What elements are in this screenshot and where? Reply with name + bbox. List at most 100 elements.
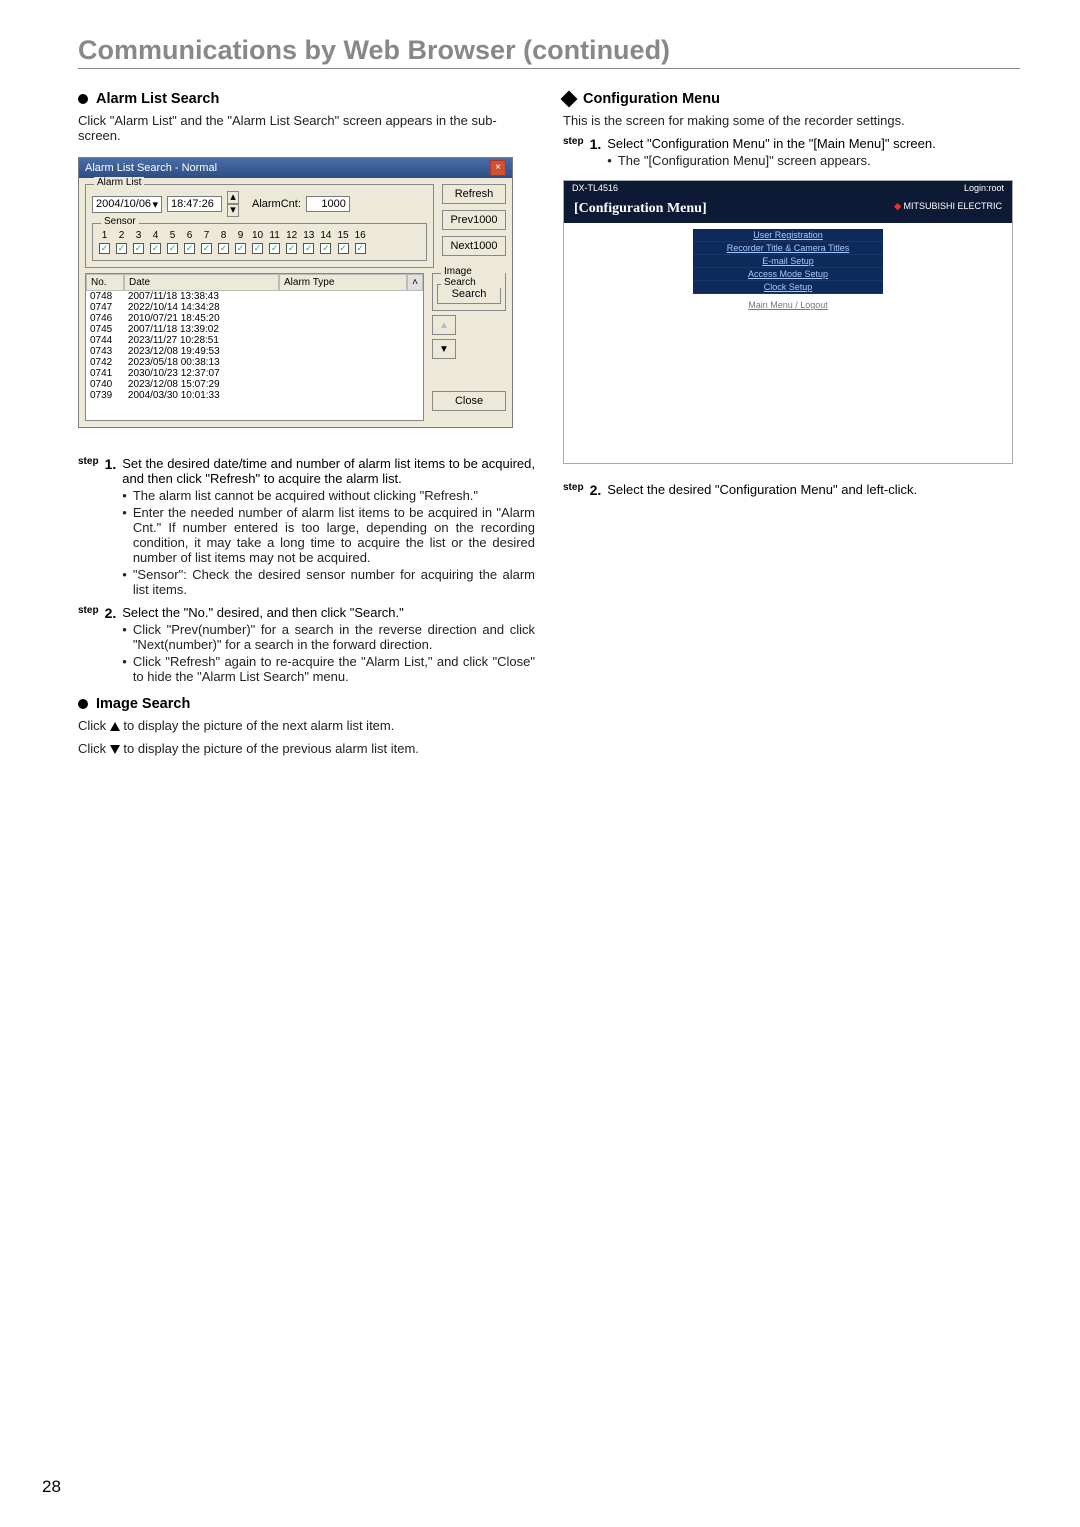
cell-no: 0744 [86,335,124,346]
cell-no: 0748 [86,291,124,302]
col-no: No. [86,274,124,291]
sensor-number: 16 [355,230,366,241]
text-fragment: to display the picture of the next alarm… [120,718,395,733]
cell-no: 0746 [86,313,124,324]
step-number: 2. [105,605,117,621]
close-button[interactable]: Close [432,391,506,411]
step1-bullet1: The alarm list cannot be acquired withou… [133,488,478,503]
sensor-number: 3 [136,230,142,241]
date-dropdown[interactable]: 2004/10/06▾ [92,196,162,213]
config-menu-item[interactable]: Clock Setup [693,281,883,294]
sensor-checkbox[interactable]: ✓ [167,243,178,254]
text-fragment: Click [78,741,110,756]
sensor-checkbox[interactable]: ✓ [201,243,212,254]
image-up-text: Click to display the picture of the next… [78,718,535,733]
cell-no: 0739 [86,390,124,401]
cell-date: 2010/07/21 18:45:20 [124,313,423,324]
alarm-list-fieldset-label: Alarm List [94,177,144,188]
chevron-down-icon: ▾ [152,198,158,211]
cell-date: 2023/11/27 10:28:51 [124,335,423,346]
close-icon[interactable]: × [490,160,506,176]
table-row[interactable]: 07412030/10/23 12:37:07 [86,368,423,379]
step-label: step [78,605,99,616]
sensor-checkbox[interactable]: ✓ [303,243,314,254]
cell-no: 0745 [86,324,124,335]
time-spin-down[interactable]: ▾ [227,204,239,217]
date-value: 2004/10/06 [96,198,151,211]
sensor-checkbox[interactable]: ✓ [252,243,263,254]
config-menu-item[interactable]: E-mail Setup [693,255,883,268]
alarm-list-search-heading: Alarm List Search [96,91,219,107]
sensor-number: 1 [102,230,108,241]
sensor-number: 8 [221,230,227,241]
sensor-checkbox[interactable]: ✓ [99,243,110,254]
sensor-checkbox[interactable]: ✓ [286,243,297,254]
col-date: Date [124,274,279,291]
image-down-button[interactable]: ▼ [432,339,456,359]
table-row[interactable]: 07472022/10/14 14:34:28 [86,302,423,313]
sensor-number: 6 [187,230,193,241]
login-label: Login:root [964,183,1004,193]
image-search-heading: Image Search [96,696,190,712]
config-menu-item[interactable]: Access Mode Setup [693,268,883,281]
config-menu-item[interactable]: Recorder Title & Camera Titles [693,242,883,255]
text-fragment: to display the picture of the previous a… [120,741,419,756]
page-title: Communications by Web Browser (continued… [78,35,1020,69]
table-row[interactable]: 07392004/03/30 10:01:33 [86,390,423,401]
prev-button[interactable]: Prev1000 [442,210,506,230]
table-row[interactable]: 07462010/07/21 18:45:20 [86,313,423,324]
table-row[interactable]: 07452007/11/18 13:39:02 [86,324,423,335]
sensor-checkbox[interactable]: ✓ [235,243,246,254]
alarm-list-table[interactable]: No. Date Alarm Type ˄ 07482007/11/18 13:… [85,273,424,421]
sensor-checkbox[interactable]: ✓ [269,243,280,254]
table-row[interactable]: 07432023/12/08 19:49:53 [86,346,423,357]
text-fragment: Click [78,718,110,733]
cell-no: 0742 [86,357,124,368]
next-button[interactable]: Next1000 [442,236,506,256]
cell-no: 0740 [86,379,124,390]
step1-bullet2: Enter the needed number of alarm list it… [133,505,535,565]
time-input[interactable]: 18:47:26 [167,196,222,212]
sensor-checkbox[interactable]: ✓ [150,243,161,254]
sensor-checkbox[interactable]: ✓ [338,243,349,254]
alarmcnt-input[interactable]: 1000 [306,196,350,212]
sensor-number: 5 [170,230,176,241]
sensor-number: 9 [238,230,244,241]
cell-no: 0741 [86,368,124,379]
model-label: DX-TL4516 [572,183,618,193]
image-search-fieldset-label: Image Search [441,266,505,288]
step-number: 2. [590,482,602,498]
sensor-checkbox[interactable]: ✓ [133,243,144,254]
step1-bullet3: "Sensor": Check the desired sensor numbe… [133,567,535,597]
scroll-up-icon[interactable]: ˄ [407,274,423,291]
sensor-checkbox[interactable]: ✓ [184,243,195,254]
config-intro-text: This is the screen for making some of th… [563,113,1020,128]
sensor-checkbox[interactable]: ✓ [355,243,366,254]
sensor-number: 13 [303,230,314,241]
sensor-checkbox[interactable]: ✓ [116,243,127,254]
sensor-number: 2 [119,230,125,241]
bullet-icon [78,94,88,104]
cell-date: 2030/10/23 12:37:07 [124,368,423,379]
cell-date: 2022/10/14 14:34:28 [124,302,423,313]
time-spin-up[interactable]: ▴ [227,191,239,204]
table-row[interactable]: 07402023/12/08 15:07:29 [86,379,423,390]
refresh-button[interactable]: Refresh [442,184,506,204]
triangle-up-icon [110,722,120,731]
right-step2-text: Select the desired "Configuration Menu" … [607,482,917,497]
main-menu-logout-link[interactable]: Main Menu / Logout [564,300,1012,310]
page-number: 28 [42,1477,61,1497]
brand-label: MITSUBISHI ELECTRIC [903,201,1002,211]
bullet-icon [78,699,88,709]
table-row[interactable]: 07442023/11/27 10:28:51 [86,335,423,346]
step-label: step [78,456,99,467]
step1-text: Set the desired date/time and number of … [122,456,535,486]
sensor-number: 10 [252,230,263,241]
config-menu-item[interactable]: User Registration [693,229,883,242]
table-row[interactable]: 07482007/11/18 13:38:43 [86,291,423,302]
table-row[interactable]: 07422023/05/18 00:38:13 [86,357,423,368]
sensor-checkbox[interactable]: ✓ [218,243,229,254]
sensor-checkbox[interactable]: ✓ [320,243,331,254]
image-up-button[interactable]: ▲ [432,315,456,335]
sensor-fieldset-label: Sensor [101,216,139,227]
